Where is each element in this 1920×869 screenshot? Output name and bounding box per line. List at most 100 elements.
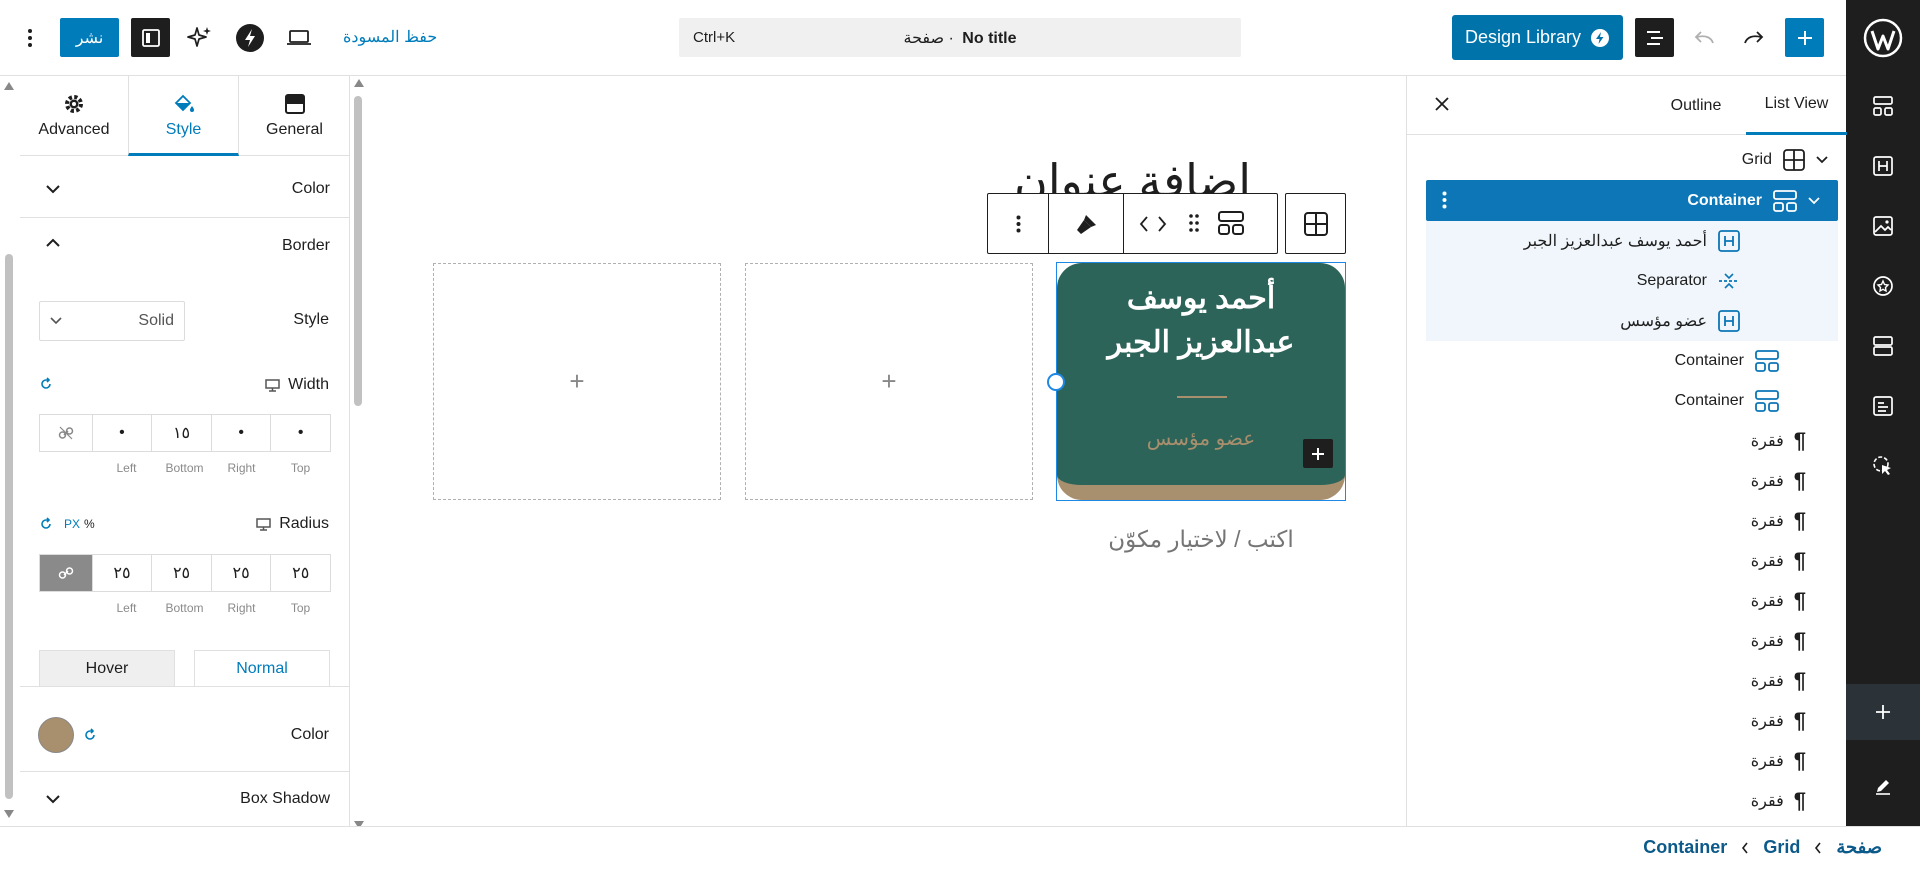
stackable-button[interactable]	[230, 18, 269, 57]
state-tab-normal[interactable]: Normal	[194, 650, 330, 687]
redo-button[interactable]	[1736, 18, 1772, 57]
radius-bottom-input[interactable]: ٢٥	[151, 555, 211, 591]
rail-icon-button[interactable]	[1846, 266, 1920, 306]
rail-image-button[interactable]	[1846, 206, 1920, 246]
wordpress-logo-button[interactable]	[1846, 0, 1920, 76]
border-width-top-input[interactable]: •	[270, 415, 330, 451]
drag-handle[interactable]	[1188, 213, 1200, 233]
tab-general[interactable]: General	[239, 76, 349, 155]
document-overview-button[interactable]	[1635, 18, 1674, 57]
list-item-container[interactable]: Container	[1675, 343, 1780, 379]
border-width-left-input[interactable]: •	[91, 415, 152, 451]
undo-button[interactable]	[1686, 18, 1722, 57]
block-appender-prompt[interactable]: اكتب / لاختيار مكوّن	[1056, 526, 1346, 553]
breadcrumb-item-container[interactable]: Container	[1643, 837, 1727, 858]
border-color-swatch[interactable]	[38, 717, 74, 753]
member-name-heading[interactable]: أحمد يوسف عبدالعزيز الجبر	[1057, 277, 1345, 365]
reset-icon[interactable]	[83, 728, 97, 742]
canvas-scroll-up-icon[interactable]	[354, 79, 364, 87]
list-item-heading[interactable]: أحمد يوسف عبدالعزيز الجبر	[1524, 223, 1741, 259]
rail-add-button[interactable]	[1846, 684, 1920, 740]
list-item-container-selected[interactable]: Container	[1426, 180, 1838, 221]
empty-grid-cell[interactable]: +	[745, 263, 1033, 500]
inner-add-block-button[interactable]	[1303, 439, 1333, 468]
list-item-paragraph[interactable]: فقرة ¶	[1751, 583, 1806, 619]
rail-interaction-button[interactable]	[1846, 446, 1920, 486]
add-block-button[interactable]	[1785, 18, 1824, 57]
panel-scrollbar[interactable]	[5, 254, 13, 799]
list-item-paragraph[interactable]: فقرة ¶	[1751, 423, 1806, 459]
list-item-paragraph[interactable]: فقرة ¶	[1751, 743, 1806, 779]
style-copy-button[interactable]	[1049, 194, 1124, 253]
color-section-header[interactable]: Color	[20, 162, 349, 218]
scroll-up-arrow-icon[interactable]	[4, 82, 14, 90]
settings-sidebar-toggle[interactable]	[131, 18, 170, 57]
side-label-right: Right	[227, 601, 256, 615]
list-item-paragraph[interactable]: فقرة ¶	[1751, 503, 1806, 539]
select-parent-grid-button[interactable]	[1285, 193, 1346, 254]
list-item-paragraph[interactable]: فقرة ¶	[1751, 783, 1806, 819]
tab-style[interactable]: Style	[128, 76, 239, 156]
preview-device-button[interactable]	[281, 18, 317, 57]
side-label-top: Top	[290, 601, 311, 615]
rail-rows-button[interactable]	[1846, 326, 1920, 366]
list-item-paragraph[interactable]: فقرة ¶	[1751, 703, 1806, 739]
breadcrumb-item-page[interactable]: صفحة	[1836, 837, 1882, 858]
rail-layout-button[interactable]	[1846, 86, 1920, 126]
options-menu-icon[interactable]	[14, 20, 46, 56]
close-icon[interactable]	[1434, 96, 1450, 112]
publish-button[interactable]: نشر	[60, 18, 119, 57]
selected-container-outline[interactable]: أحمد يوسف عبدالعزيز الجبر عضو مؤسس	[1047, 262, 1346, 501]
list-item-label: فقرة	[1750, 673, 1784, 690]
list-item-paragraph[interactable]: فقرة ¶	[1751, 663, 1806, 699]
move-arrows[interactable]	[1138, 214, 1168, 234]
list-item-heading[interactable]: عضو مؤسس	[1620, 303, 1741, 339]
save-draft-link[interactable]: حفظ المسودة	[343, 27, 437, 47]
vertical-dots-icon[interactable]	[1442, 191, 1447, 209]
unit-percent[interactable]: %	[84, 517, 95, 531]
list-item-grid[interactable]: Grid	[1742, 142, 1828, 178]
border-width-bottom-input[interactable]: ١٥	[151, 415, 211, 451]
list-item-paragraph[interactable]: فقرة ¶	[1751, 463, 1806, 499]
list-item-paragraph[interactable]: فقرة ¶	[1751, 623, 1806, 659]
side-label-bottom: Bottom	[165, 601, 204, 615]
unlink-sides-button[interactable]	[40, 415, 92, 451]
rail-edit-button[interactable]	[1846, 766, 1920, 806]
box-shadow-section-header[interactable]: Box Shadow	[20, 772, 349, 826]
tab-advanced[interactable]: Advanced	[20, 76, 128, 155]
side-label-left: Left	[116, 601, 137, 615]
list-item-paragraph[interactable]: فقرة ¶	[1751, 543, 1806, 579]
radius-right-input[interactable]: ٢٥	[210, 555, 271, 591]
resize-handle[interactable]	[1047, 373, 1065, 391]
block-type-button[interactable]	[1217, 210, 1245, 236]
link-sides-button[interactable]	[40, 555, 92, 591]
block-more-options-button[interactable]	[988, 194, 1049, 253]
rail-text-button[interactable]	[1846, 386, 1920, 426]
ai-sparkle-button[interactable]	[182, 18, 218, 57]
tab-list-view[interactable]: List View	[1746, 76, 1847, 135]
border-style-select[interactable]: Solid	[39, 301, 185, 341]
list-item-separator[interactable]: Separator	[1637, 263, 1741, 299]
canvas-scrollbar[interactable]	[354, 96, 362, 406]
border-section-header[interactable]: Border	[20, 218, 349, 274]
border-width-right-input[interactable]: •	[210, 415, 271, 451]
command-bar[interactable]: Ctrl+K · صفحة No title	[679, 18, 1241, 57]
unit-px[interactable]: PX	[64, 517, 80, 531]
chevron-down-icon[interactable]	[1816, 156, 1828, 164]
tab-outline[interactable]: Outline	[1646, 76, 1746, 135]
empty-grid-cell[interactable]: +	[433, 263, 721, 500]
reset-icon[interactable]	[39, 377, 53, 391]
chevron-down-icon	[50, 317, 62, 325]
scroll-down-arrow-icon[interactable]	[4, 810, 14, 818]
member-role-heading[interactable]: عضو مؤسس	[1057, 426, 1345, 451]
state-tab-hover[interactable]: Hover	[39, 650, 175, 687]
separator-line[interactable]	[1177, 396, 1227, 398]
breadcrumb-item-grid[interactable]: Grid	[1763, 837, 1800, 858]
chevron-down-icon[interactable]	[1808, 197, 1820, 205]
reset-icon[interactable]	[39, 517, 53, 531]
list-item-container[interactable]: Container	[1675, 383, 1780, 419]
design-library-button[interactable]: Design Library	[1452, 15, 1623, 60]
radius-left-input[interactable]: ٢٥	[91, 555, 152, 591]
radius-top-input[interactable]: ٢٥	[270, 555, 330, 591]
rail-heading-button[interactable]	[1846, 146, 1920, 186]
